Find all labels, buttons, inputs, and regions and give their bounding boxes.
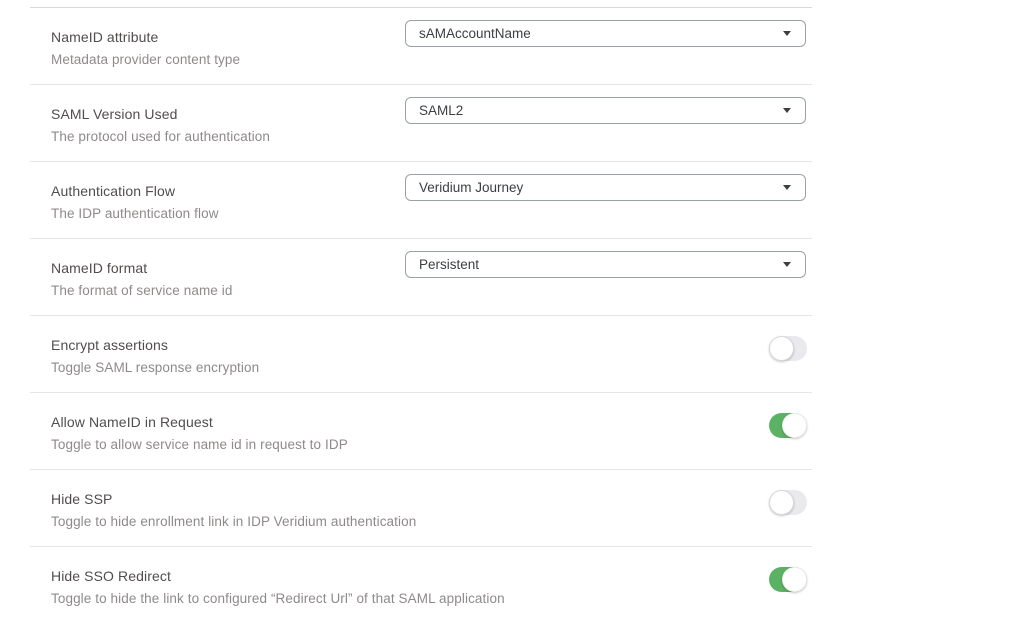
settings-row-nameid-format: NameID format The format of service name… [30, 239, 812, 316]
setting-label: Hide SSO Redirect [51, 567, 769, 586]
dropdown-selected-value: SAML2 [419, 103, 783, 118]
row-control-block: Persistent [405, 239, 812, 278]
toggle-knob [769, 336, 794, 361]
setting-label: NameID attribute [51, 28, 405, 47]
setting-description: Toggle to hide the link to configured “R… [51, 590, 769, 608]
row-text-block: NameID format The format of service name… [51, 239, 405, 300]
setting-description: Toggle SAML response encryption [51, 359, 769, 377]
row-control-block [769, 470, 812, 515]
setting-label: Hide SSP [51, 490, 769, 509]
caret-down-icon [783, 262, 791, 267]
row-text-block: Allow NameID in Request Toggle to allow … [51, 393, 769, 454]
setting-description: Metadata provider content type [51, 51, 405, 69]
row-control-block: sAMAccountName [405, 8, 812, 47]
toggle-knob [769, 490, 794, 515]
caret-down-icon [783, 31, 791, 36]
settings-row-nameid-attribute: NameID attribute Metadata provider conte… [30, 8, 812, 85]
row-text-block: NameID attribute Metadata provider conte… [51, 8, 405, 69]
toggle-knob [782, 567, 807, 592]
dropdown-selected-value: Veridium Journey [419, 180, 783, 195]
setting-description: Toggle to allow service name id in reque… [51, 436, 769, 454]
row-control-block [769, 393, 812, 438]
settings-row-hide-sso-redirect: Hide SSO Redirect Toggle to hide the lin… [30, 547, 812, 624]
setting-label: NameID format [51, 259, 405, 278]
authentication-flow-dropdown[interactable]: Veridium Journey [405, 174, 806, 201]
hide-sso-redirect-toggle[interactable] [769, 567, 807, 592]
row-control-block: Veridium Journey [405, 162, 812, 201]
saml-version-used-dropdown[interactable]: SAML2 [405, 97, 806, 124]
settings-row-allow-nameid-in-request: Allow NameID in Request Toggle to allow … [30, 393, 812, 470]
setting-description: The IDP authentication flow [51, 205, 405, 223]
setting-label: Authentication Flow [51, 182, 405, 201]
row-text-block: Encrypt assertions Toggle SAML response … [51, 316, 769, 377]
settings-row-hide-ssp: Hide SSP Toggle to hide enrollment link … [30, 470, 812, 547]
setting-description: The protocol used for authentication [51, 128, 405, 146]
row-control-block: SAML2 [405, 85, 812, 124]
nameid-format-dropdown[interactable]: Persistent [405, 251, 806, 278]
setting-description: Toggle to hide enrollment link in IDP Ve… [51, 513, 769, 531]
hide-ssp-toggle[interactable] [769, 490, 807, 515]
setting-label: SAML Version Used [51, 105, 405, 124]
row-control-block [769, 316, 812, 361]
row-control-block [769, 547, 812, 592]
allow-nameid-in-request-toggle[interactable] [769, 413, 807, 438]
row-text-block: Authentication Flow The IDP authenticati… [51, 162, 405, 223]
toggle-knob [782, 413, 807, 438]
settings-row-authentication-flow: Authentication Flow The IDP authenticati… [30, 162, 812, 239]
row-text-block: SAML Version Used The protocol used for … [51, 85, 405, 146]
setting-label: Allow NameID in Request [51, 413, 769, 432]
encrypt-assertions-toggle[interactable] [769, 336, 807, 361]
caret-down-icon [783, 108, 791, 113]
nameid-attribute-dropdown[interactable]: sAMAccountName [405, 20, 806, 47]
settings-row-encrypt-assertions: Encrypt assertions Toggle SAML response … [30, 316, 812, 393]
settings-row-saml-version-used: SAML Version Used The protocol used for … [30, 85, 812, 162]
setting-description: The format of service name id [51, 282, 405, 300]
caret-down-icon [783, 185, 791, 190]
row-text-block: Hide SSO Redirect Toggle to hide the lin… [51, 547, 769, 608]
saml-settings-form: NameID attribute Metadata provider conte… [30, 7, 812, 624]
setting-label: Encrypt assertions [51, 336, 769, 355]
row-text-block: Hide SSP Toggle to hide enrollment link … [51, 470, 769, 531]
dropdown-selected-value: Persistent [419, 257, 783, 272]
dropdown-selected-value: sAMAccountName [419, 26, 783, 41]
